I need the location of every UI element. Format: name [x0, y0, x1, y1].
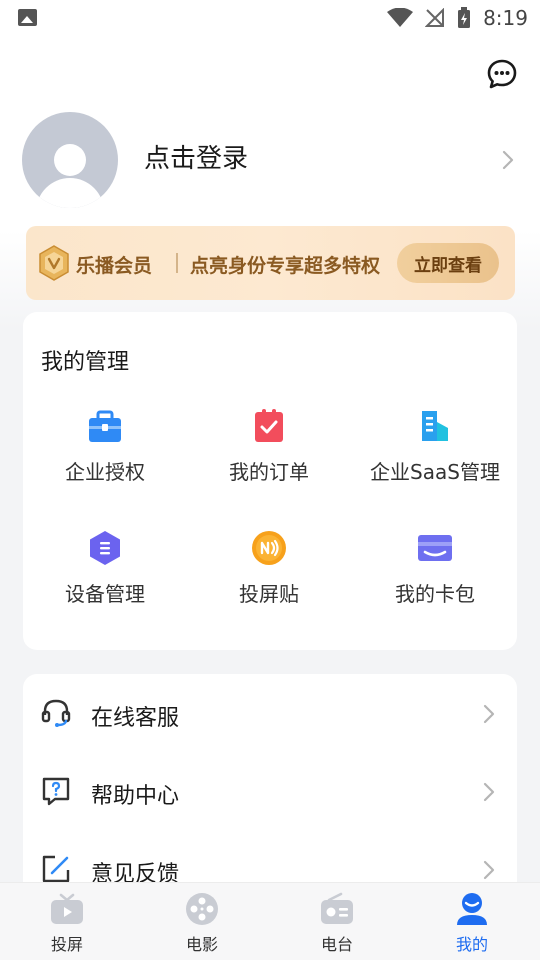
status-time: 8:19	[483, 6, 528, 30]
grid-item-enterprise-auth[interactable]: 企业授权	[23, 408, 187, 498]
grid-label: 投屏贴	[239, 582, 299, 606]
hexagon-device-icon	[90, 531, 120, 565]
briefcase-icon	[89, 410, 121, 442]
vip-description: 点亮身份专享超多特权	[190, 255, 381, 277]
vip-view-button[interactable]: 立即查看	[397, 243, 499, 283]
chevron-right-icon	[483, 860, 495, 880]
login-text[interactable]: 点击登录	[144, 138, 248, 175]
profile-login-row[interactable]: 点击登录	[22, 112, 518, 208]
grid-label: 我的订单	[229, 460, 309, 484]
wifi-icon	[387, 8, 414, 27]
grid-item-saas-management[interactable]: 企业SaaS管理	[353, 408, 517, 498]
tab-movie[interactable]: 电影	[157, 891, 247, 957]
grid-label: 企业SaaS管理	[370, 460, 500, 484]
chevron-right-icon	[483, 782, 495, 802]
clipboard-check-icon	[255, 409, 283, 442]
building-icon	[422, 411, 448, 441]
edit-feedback-icon	[42, 855, 70, 883]
grid-item-device-management[interactable]: 设备管理	[23, 530, 187, 620]
avatar[interactable]	[22, 112, 118, 208]
help-question-icon	[42, 777, 70, 806]
management-card: 我的管理 企业授权 我的订单 企业SaaS管理 设备管理 投屏贴 我的卡包	[23, 312, 517, 650]
grid-label: 企业授权	[65, 460, 145, 484]
tv-icon	[51, 893, 83, 924]
service-list-card: 在线客服 帮助中心 意见反馈	[23, 674, 517, 904]
tab-label: 电影	[185, 935, 218, 954]
grid-item-cast-sticker[interactable]: 投屏贴	[187, 530, 351, 620]
no-signal-icon	[425, 8, 445, 27]
service-label: 帮助中心	[91, 784, 180, 809]
management-title: 我的管理	[41, 350, 130, 375]
radio-icon	[321, 892, 353, 924]
vip-divider	[176, 253, 178, 273]
grid-label: 设备管理	[65, 582, 145, 606]
grid-item-my-orders[interactable]: 我的订单	[187, 408, 351, 498]
grid-label: 我的卡包	[395, 582, 475, 606]
tab-label: 投屏	[50, 935, 83, 954]
status-bar-right: 8:19	[387, 4, 528, 32]
bottom-nav: 投屏 电影 电台 我的	[0, 882, 540, 960]
image-notification-icon	[18, 9, 37, 26]
film-reel-icon	[186, 893, 218, 925]
service-label: 在线客服	[91, 706, 180, 731]
nfc-sticker-icon	[252, 531, 286, 565]
user-profile-icon	[457, 893, 487, 925]
list-item-online-service[interactable]: 在线客服	[23, 674, 517, 752]
chevron-right-icon	[483, 704, 495, 724]
tab-label: 我的	[455, 935, 488, 954]
battery-charging-icon	[458, 7, 471, 28]
headset-icon	[41, 699, 71, 727]
card-wallet-icon	[418, 535, 452, 561]
grid-item-card-wallet[interactable]: 我的卡包	[353, 530, 517, 620]
vip-banner[interactable]: 乐播会员 点亮身份专享超多特权 立即查看	[26, 226, 515, 300]
tab-label: 电台	[320, 935, 353, 954]
tab-mine[interactable]: 我的	[427, 891, 517, 957]
tab-cast[interactable]: 投屏	[22, 891, 112, 957]
list-item-help-center[interactable]: 帮助中心	[23, 752, 517, 830]
vip-title: 乐播会员	[76, 255, 153, 277]
chat-bubble-icon[interactable]	[486, 58, 518, 90]
status-bar: 8:19	[0, 0, 540, 36]
vip-badge-icon	[39, 245, 69, 281]
tab-radio[interactable]: 电台	[292, 891, 382, 957]
chevron-right-icon	[502, 150, 514, 170]
